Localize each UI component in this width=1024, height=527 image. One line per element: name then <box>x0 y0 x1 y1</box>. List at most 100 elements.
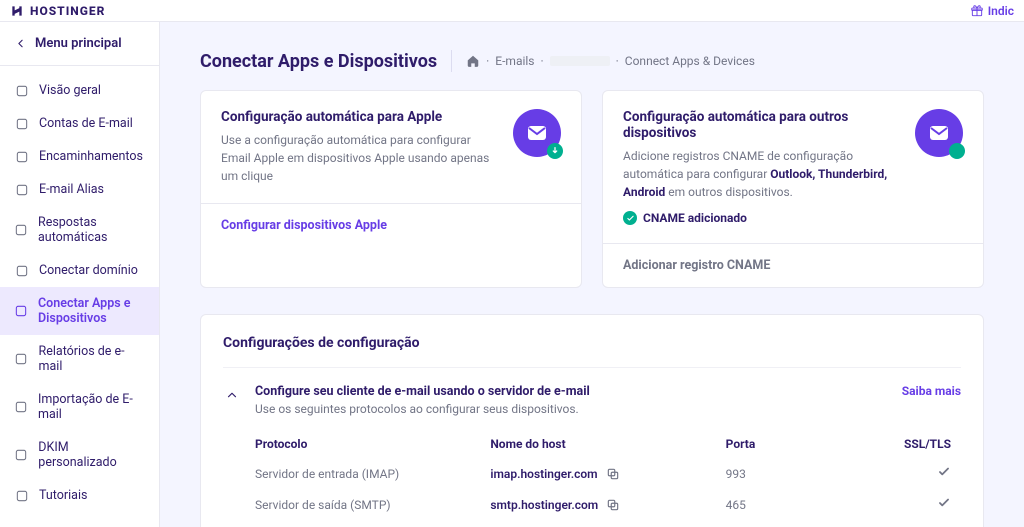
back-to-main-menu[interactable]: Menu principal <box>0 22 159 66</box>
dkim-icon <box>14 448 28 463</box>
mail-icon <box>927 121 951 145</box>
configure-apple-button[interactable]: Configurar dispositivos Apple <box>201 203 581 247</box>
protocol-table: Protocolo Nome do host Porta SSL/TLS Ser… <box>255 430 961 527</box>
cell-host: smtp.hostinger.com <box>490 498 725 512</box>
cell-host: imap.hostinger.com <box>490 467 725 481</box>
sidebar-item-vis-o-geral[interactable]: Visão geral <box>0 74 159 107</box>
sidebar-item-label: E-mail Alias <box>39 182 104 197</box>
apple-auto-config-card: Configuração automática para Apple Use a… <box>200 90 582 288</box>
sidebar-item-importa-o-de-e-mail[interactable]: Importação de E-mail <box>0 383 159 431</box>
back-label: Menu principal <box>35 36 122 51</box>
status-dot-icon <box>949 143 965 159</box>
other-card-desc: Adicione registros CNAME de configuração… <box>623 147 901 201</box>
sidebar-item-label: DKIM personalizado <box>38 440 145 470</box>
check-icon <box>937 496 951 510</box>
sidebar-item-label: Importação de E-mail <box>38 392 145 422</box>
sidebar-item-e-mail-alias[interactable]: E-mail Alias <box>0 173 159 206</box>
sidebar-item-contas-de-e-mail[interactable]: Contas de E-mail <box>0 107 159 140</box>
sidebar-item-encaminhamentos[interactable]: Encaminhamentos <box>0 140 159 173</box>
sidebar-item-label: Respostas automáticas <box>38 215 145 245</box>
dashboard-icon <box>14 83 29 98</box>
sidebar: Menu principal Visão geral Contas de E-ma… <box>0 22 160 527</box>
sidebar-item-label: Tutoriais <box>39 488 87 503</box>
cell-protocol: Servidor de saída (SMTP) <box>255 498 490 512</box>
autoreply-icon <box>14 223 28 238</box>
page-header: Conectar Apps e Dispositivos · E-mails ·… <box>200 50 984 72</box>
brand-name: HOSTINGER <box>30 4 105 18</box>
acc1-sub: Use os seguintes protocolos ao configura… <box>255 402 888 416</box>
apple-mail-badge <box>513 109 561 157</box>
mail-server-accordion: Configure seu cliente de e-mail usando o… <box>223 367 961 527</box>
th-host: Nome do host <box>490 437 725 451</box>
chevron-up-icon <box>225 388 239 402</box>
collapse-toggle-mail-server[interactable] <box>223 386 241 404</box>
sidebar-item-label: Relatórios de e-mail <box>39 344 145 374</box>
download-indicator-icon <box>547 143 563 159</box>
sidebar-item-relat-rios-de-e-mail[interactable]: Relatórios de e-mail <box>0 335 159 383</box>
domain-icon <box>14 263 29 278</box>
sidebar-item-respostas-autom-ticas[interactable]: Respostas automáticas <box>0 206 159 254</box>
tutorials-icon <box>14 488 29 503</box>
sidebar-item-label: Visão geral <box>39 83 101 98</box>
home-icon[interactable] <box>466 54 480 68</box>
accounts-icon <box>14 116 29 131</box>
add-cname-button[interactable]: Adicionar registro CNAME <box>603 243 983 287</box>
table-row: Servidor de saída (SMTP)smtp.hostinger.c… <box>255 489 961 520</box>
cname-status: CNAME adicionado <box>623 211 901 225</box>
import-icon <box>14 400 28 415</box>
sidebar-item-tutoriais[interactable]: Tutoriais <box>0 479 159 512</box>
config-settings-title: Configurações de configuração <box>223 335 961 351</box>
apple-card-desc: Use a configuração automática para confi… <box>221 131 499 185</box>
check-circle-icon <box>623 211 637 225</box>
cname-status-label: CNAME adicionado <box>643 211 747 225</box>
breadcrumb-current: Connect Apps & Devices <box>625 54 755 68</box>
hostinger-logo-icon <box>10 4 24 18</box>
copy-icon[interactable] <box>606 498 620 512</box>
sidebar-item-label: Conectar domínio <box>39 263 138 278</box>
apple-card-title: Configuração automática para Apple <box>221 109 499 125</box>
copy-icon[interactable] <box>606 467 620 481</box>
sidebar-nav: Visão geral Contas de E-mail Encaminhament… <box>0 66 159 520</box>
th-protocol: Protocolo <box>255 437 490 451</box>
table-row: Servidor de entrada (IMAP)imap.hostinger… <box>255 458 961 489</box>
sidebar-item-label: Encaminhamentos <box>39 149 143 164</box>
page-title: Conectar Apps e Dispositivos <box>200 51 437 72</box>
acc1-title: Configure seu cliente de e-mail usando o… <box>255 384 888 399</box>
reports-icon <box>14 352 29 367</box>
main-content: Conectar Apps e Dispositivos · E-mails ·… <box>160 22 1024 527</box>
sidebar-item-conectar-apps-e-dispositivos[interactable]: Conectar Apps e Dispositivos <box>0 287 159 335</box>
breadcrumb-domain-masked <box>550 56 610 66</box>
table-header-row: Protocolo Nome do host Porta SSL/TLS <box>255 430 961 458</box>
alias-icon <box>14 182 29 197</box>
check-icon <box>937 465 951 479</box>
th-port: Porta <box>726 437 871 451</box>
th-ssl: SSL/TLS <box>870 437 961 451</box>
gift-icon <box>970 4 984 18</box>
other-devices-card: Configuração automática para outros disp… <box>602 90 984 288</box>
cell-ssl <box>870 496 961 513</box>
sidebar-item-dkim-personalizado[interactable]: DKIM personalizado <box>0 431 159 479</box>
cell-ssl <box>870 465 961 482</box>
breadcrumb: · E-mails · · Connect Apps & Devices <box>466 54 755 68</box>
topbar: HOSTINGER Indic <box>0 0 1024 22</box>
cell-port: 465 <box>726 498 871 512</box>
mail-icon <box>525 121 549 145</box>
cell-port: 993 <box>726 467 871 481</box>
config-settings-panel: Configurações de configuração Configure … <box>200 314 984 527</box>
cell-protocol: Servidor de entrada (IMAP) <box>255 467 490 481</box>
referral-button[interactable]: Indic <box>970 4 1014 18</box>
breadcrumb-emails[interactable]: E-mails <box>495 54 534 68</box>
sidebar-item-label: Conectar Apps e Dispositivos <box>38 296 145 326</box>
forwarders-icon <box>14 149 29 164</box>
learn-more-link-1[interactable]: Saiba mais <box>902 384 961 398</box>
other-mail-badge <box>915 109 963 157</box>
table-row: Servidor de entrada (POP)pop.hostinger.c… <box>255 520 961 527</box>
apps-icon <box>14 304 28 319</box>
brand-logo[interactable]: HOSTINGER <box>10 4 105 18</box>
referral-label: Indic <box>988 4 1014 18</box>
breadcrumb-separator <box>451 50 452 72</box>
chevron-left-icon <box>14 37 27 50</box>
other-card-title: Configuração automática para outros disp… <box>623 109 901 141</box>
sidebar-item-conectar-dom-nio[interactable]: Conectar domínio <box>0 254 159 287</box>
sidebar-item-label: Contas de E-mail <box>39 116 133 131</box>
